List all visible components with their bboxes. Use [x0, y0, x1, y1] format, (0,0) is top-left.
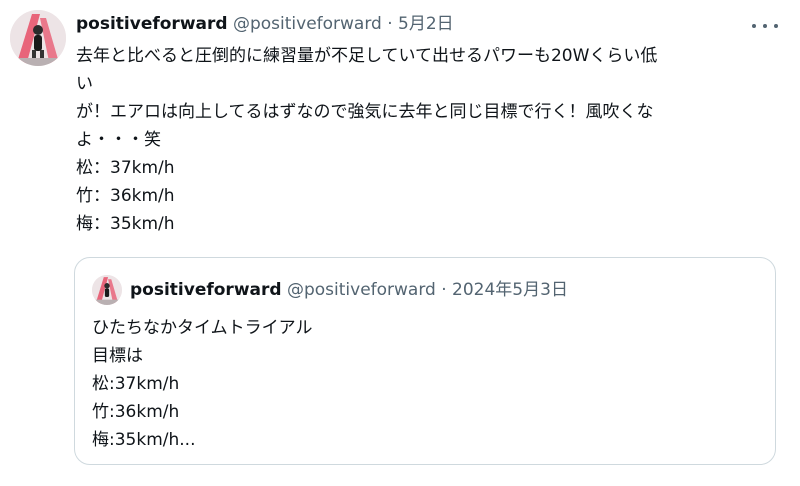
quoted-tweet-date[interactable]: 2024年5月3日 [452, 280, 568, 300]
tweet-date[interactable]: 5月2日 [398, 14, 454, 34]
tweet-line: 梅：35km/h [76, 214, 175, 234]
tweet-line: よ・・・笑 [76, 130, 161, 150]
quoted-line: 梅:35km/h... [92, 430, 196, 450]
separator: · [441, 280, 447, 300]
avatar[interactable] [10, 10, 66, 66]
tweet-line: 去年と比べると圧倒的に練習量が不足していて出せるパワーも20Wくらい低 [76, 46, 658, 66]
quoted-line: 竹:36km/h [92, 402, 180, 422]
tweet-text: 去年と比べると圧倒的に練習量が不足していて出せるパワーも20Wくらい低 い が！… [76, 42, 776, 238]
author-name[interactable]: positiveforward [76, 14, 228, 34]
quoted-line: ひたちなかタイムトライアル [92, 318, 313, 338]
quoted-author-name[interactable]: positiveforward [130, 280, 282, 300]
quoted-line: 目標は [92, 346, 143, 366]
tweet-line: が！エアロは向上してるはずなので強気に去年と同じ目標で行く！風吹くな [76, 102, 654, 122]
quoted-avatar[interactable] [92, 275, 122, 305]
quoted-tweet-header: positiveforward @positiveforward · 2024年… [130, 278, 568, 302]
quoted-tweet-text: ひたちなかタイムトライアル 目標は 松:37km/h 竹:36km/h 梅:35… [92, 314, 313, 454]
tweet-header: positiveforward @positiveforward · 5月2日 [76, 12, 454, 36]
quoted-line: 松:37km/h [92, 374, 180, 394]
tweet-line: 松：37km/h [76, 158, 175, 178]
separator: · [387, 14, 393, 34]
more-icon[interactable] [752, 16, 778, 36]
profile-photo-icon [10, 10, 66, 66]
tweet-line: 竹：36km/h [76, 186, 175, 206]
tweet-line: い [76, 74, 93, 94]
author-handle[interactable]: @positiveforward [233, 14, 382, 34]
quoted-author-handle[interactable]: @positiveforward [287, 280, 436, 300]
profile-photo-icon [92, 275, 122, 305]
